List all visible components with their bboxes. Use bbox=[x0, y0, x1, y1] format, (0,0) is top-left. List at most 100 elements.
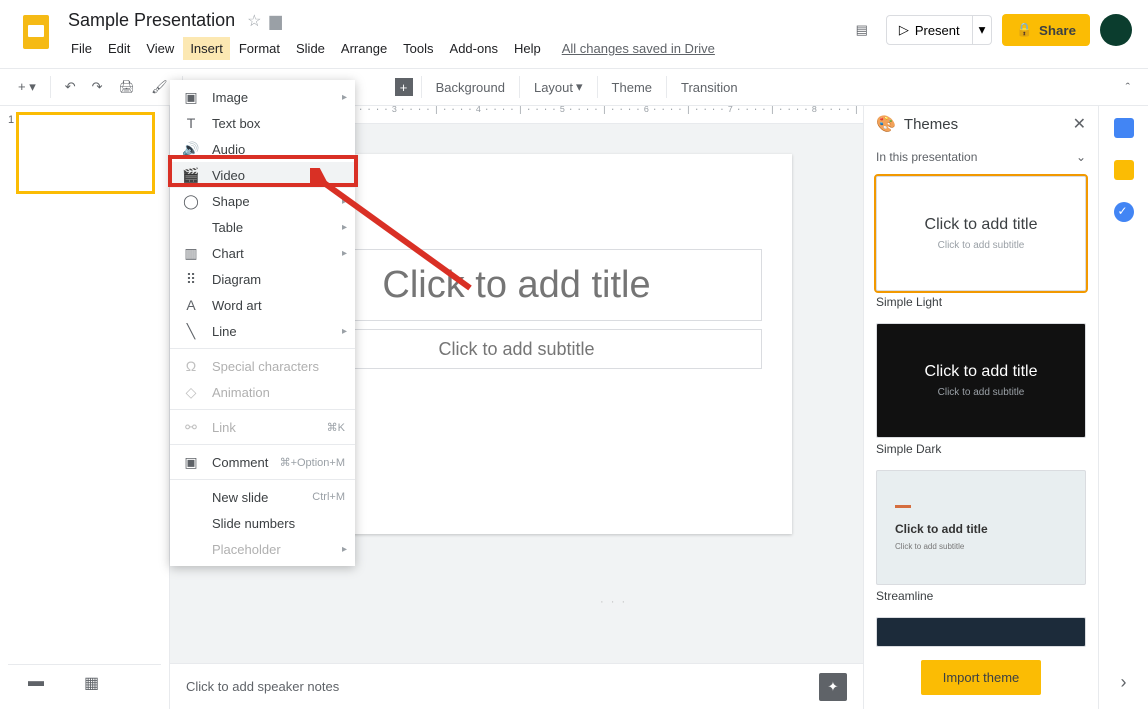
present-button[interactable]: ▷ Present bbox=[886, 15, 973, 45]
chart-icon: ▥ bbox=[182, 245, 200, 262]
side-rail: › bbox=[1098, 106, 1148, 709]
move-folder-icon[interactable]: ▆ bbox=[269, 11, 281, 31]
submenu-arrow-icon: ▸ bbox=[342, 248, 347, 259]
side-rail-chevron-icon[interactable]: › bbox=[1121, 672, 1127, 693]
present-label: Present bbox=[915, 23, 960, 38]
theme-preview-title: Click to add title bbox=[925, 216, 1038, 234]
shortcut-label: ⌘+Option+M bbox=[280, 456, 345, 469]
header: Sample Presentation ☆ ▆ File Edit View I… bbox=[0, 0, 1148, 60]
shortcut-label: Ctrl+M bbox=[312, 491, 345, 503]
collapse-toolbar-button[interactable]: ˆ bbox=[1120, 75, 1136, 100]
filmstrip-view-icon[interactable]: ▬ bbox=[28, 673, 44, 693]
save-status[interactable]: All changes saved in Drive bbox=[562, 41, 715, 56]
dropdown-audio[interactable]: 🔊Audio bbox=[170, 136, 355, 162]
menu-tools[interactable]: Tools bbox=[396, 37, 440, 60]
undo-button[interactable]: ↶ bbox=[59, 74, 82, 100]
insert-dropdown: ▣Image▸ TText box 🔊Audio 🎬Video ◯Shape▸ … bbox=[170, 80, 355, 566]
dropdown-line[interactable]: ╲Line▸ bbox=[170, 318, 355, 344]
link-icon: ⚯ bbox=[182, 419, 200, 436]
theme-card-streamline[interactable]: Click to add title Click to add subtitle… bbox=[876, 470, 1086, 611]
special-chars-icon: Ω bbox=[182, 358, 200, 374]
tasks-icon[interactable] bbox=[1114, 202, 1134, 222]
themes-title: Themes bbox=[904, 116, 1065, 133]
theme-name-label: Simple Dark bbox=[876, 438, 1086, 464]
explore-button[interactable]: ✦ bbox=[819, 673, 847, 701]
dropdown-placeholder: Placeholder▸ bbox=[170, 536, 355, 562]
theme-preview-title: Click to add title bbox=[925, 363, 1038, 381]
image-icon: ▣ bbox=[182, 89, 200, 106]
menu-edit[interactable]: Edit bbox=[101, 37, 137, 60]
share-label: Share bbox=[1039, 23, 1076, 38]
menu-slide[interactable]: Slide bbox=[289, 37, 332, 60]
import-theme-button[interactable]: Import theme bbox=[921, 660, 1042, 695]
theme-name-label: Simple Light bbox=[876, 291, 1086, 317]
keep-icon[interactable] bbox=[1114, 160, 1134, 180]
dropdown-textbox[interactable]: TText box bbox=[170, 110, 355, 136]
submenu-arrow-icon: ▸ bbox=[342, 196, 347, 207]
dropdown-table[interactable]: Table▸ bbox=[170, 214, 355, 240]
new-slide-button[interactable]: + ▾ bbox=[12, 74, 42, 100]
comment-icon: ▣ bbox=[182, 454, 200, 471]
transition-button[interactable]: Transition bbox=[675, 75, 744, 100]
account-avatar[interactable] bbox=[1100, 14, 1132, 46]
grid-view-icon[interactable]: ▦ bbox=[84, 673, 99, 693]
menu-view[interactable]: View bbox=[139, 37, 181, 60]
theme-card-focus[interactable] bbox=[876, 617, 1086, 647]
theme-button[interactable]: Theme bbox=[606, 75, 658, 100]
theme-name-label: Streamline bbox=[876, 585, 1086, 611]
star-icon[interactable]: ☆ bbox=[247, 11, 261, 31]
themes-subtitle: In this presentation bbox=[876, 150, 977, 164]
menu-insert[interactable]: Insert bbox=[183, 37, 230, 60]
filmstrip: 1 ▬ ▦ bbox=[0, 106, 170, 709]
line-icon: ╲ bbox=[182, 323, 200, 340]
textbox-icon: T bbox=[182, 115, 200, 131]
submenu-arrow-icon: ▸ bbox=[342, 92, 347, 103]
dropdown-shape[interactable]: ◯Shape▸ bbox=[170, 188, 355, 214]
slide-thumbnail-1[interactable] bbox=[18, 114, 153, 192]
dropdown-animation: ◇Animation bbox=[170, 379, 355, 405]
video-icon: 🎬 bbox=[182, 167, 200, 184]
theme-preview-title: Click to add title bbox=[895, 522, 988, 536]
dropdown-diagram[interactable]: ⠿Diagram bbox=[170, 266, 355, 292]
theme-card-simple-dark[interactable]: Click to add title Click to add subtitle… bbox=[876, 323, 1086, 464]
dropdown-video[interactable]: 🎬Video bbox=[170, 162, 355, 188]
dropdown-newslide[interactable]: New slideCtrl+M bbox=[170, 484, 355, 510]
slides-logo[interactable] bbox=[16, 8, 56, 56]
dropdown-comment[interactable]: ▣Comment⌘+Option+M bbox=[170, 449, 355, 475]
menu-addons[interactable]: Add-ons bbox=[443, 37, 505, 60]
drag-handle[interactable]: · · · bbox=[600, 596, 627, 608]
insert-placeholder-icon[interactable]: + bbox=[395, 78, 413, 96]
present-dropdown[interactable]: ▾ bbox=[973, 15, 993, 45]
calendar-icon[interactable] bbox=[1114, 118, 1134, 138]
submenu-arrow-icon: ▸ bbox=[342, 544, 347, 555]
redo-button[interactable]: ↷ bbox=[86, 74, 109, 100]
chevron-down-icon[interactable]: ⌄ bbox=[1076, 150, 1086, 164]
audio-icon: 🔊 bbox=[182, 141, 200, 158]
share-button[interactable]: 🔒 Share bbox=[1002, 14, 1090, 46]
close-themes-button[interactable]: ✕ bbox=[1073, 114, 1086, 134]
diagram-icon: ⠿ bbox=[182, 271, 200, 288]
menu-bar: File Edit View Insert Format Slide Arran… bbox=[64, 37, 715, 60]
menu-help[interactable]: Help bbox=[507, 37, 548, 60]
wordart-icon: A bbox=[182, 297, 200, 313]
dropdown-slidenumbers[interactable]: Slide numbers bbox=[170, 510, 355, 536]
menu-arrange[interactable]: Arrange bbox=[334, 37, 394, 60]
print-button[interactable]: 🖨 bbox=[113, 74, 142, 100]
menu-file[interactable]: File bbox=[64, 37, 99, 60]
dropdown-image[interactable]: ▣Image▸ bbox=[170, 84, 355, 110]
themes-panel: 🎨 Themes ✕ In this presentation ⌄ Click … bbox=[863, 106, 1098, 709]
dropdown-chart[interactable]: ▥Chart▸ bbox=[170, 240, 355, 266]
layout-button[interactable]: Layout ▾ bbox=[528, 74, 589, 100]
theme-preview-sub: Click to add subtitle bbox=[938, 387, 1025, 398]
speaker-notes: Click to add speaker notes ✦ bbox=[170, 663, 863, 709]
comments-icon[interactable]: ▤ bbox=[848, 16, 876, 44]
dropdown-special: ΩSpecial characters bbox=[170, 353, 355, 379]
notes-placeholder[interactable]: Click to add speaker notes bbox=[186, 679, 339, 694]
background-button[interactable]: Background bbox=[430, 75, 511, 100]
doc-title[interactable]: Sample Presentation bbox=[64, 8, 239, 33]
theme-preview-sub: Click to add subtitle bbox=[938, 240, 1025, 251]
menu-format[interactable]: Format bbox=[232, 37, 287, 60]
submenu-arrow-icon: ▸ bbox=[342, 326, 347, 337]
dropdown-wordart[interactable]: AWord art bbox=[170, 292, 355, 318]
theme-card-simple-light[interactable]: Click to add title Click to add subtitle… bbox=[876, 176, 1086, 317]
